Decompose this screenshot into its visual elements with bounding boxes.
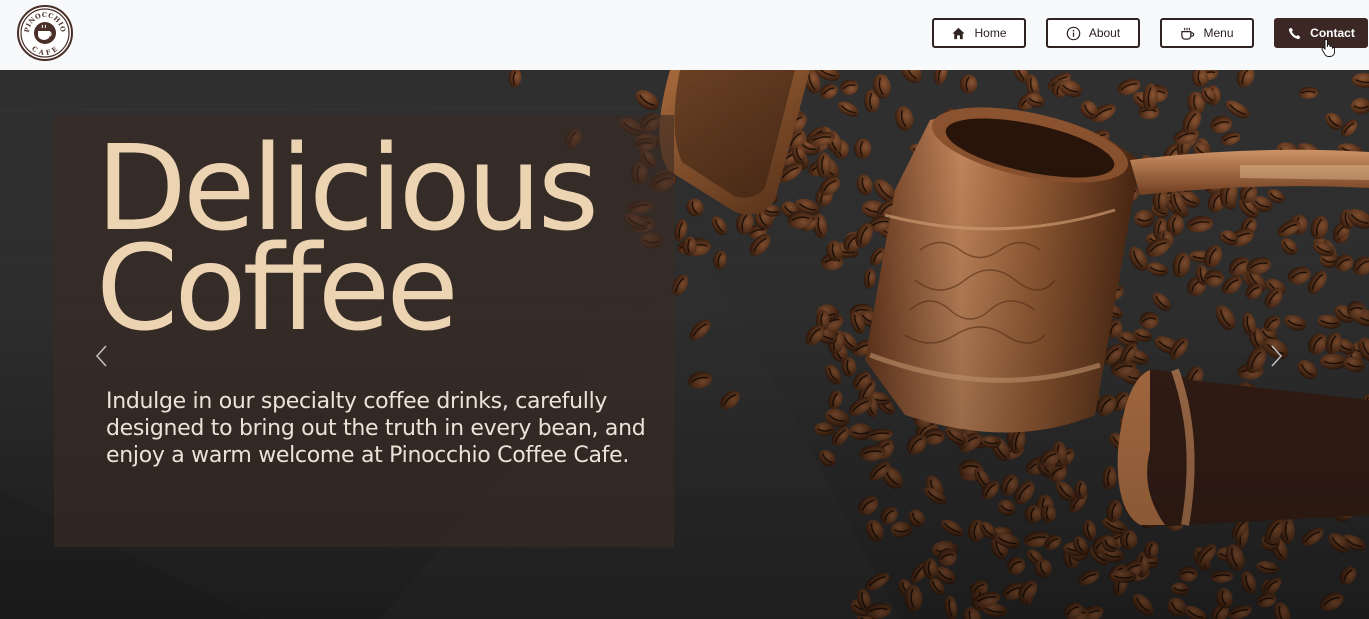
chevron-left-icon[interactable] [92, 344, 112, 368]
home-icon [952, 27, 966, 39]
nav-menu-label: Menu [1203, 26, 1234, 40]
info-icon [1066, 26, 1081, 40]
nav-menu-button[interactable]: Menu [1160, 18, 1254, 48]
coffee-cup-logo-icon: PINOCCHIO CAFE [17, 5, 73, 61]
hero-headline: Delicious Coffee [96, 129, 599, 347]
nav-home-label: Home [974, 26, 1007, 40]
nav-home-button[interactable]: Home [932, 18, 1026, 48]
chevron-right-icon[interactable] [1266, 344, 1286, 368]
hero-tagline: Indulge in our specialty coffee drinks, … [106, 389, 646, 468]
hero-banner: Delicious Coffee Indulge in our specialt… [0, 70, 1369, 619]
main-nav: Home About Menu Contact [932, 18, 1368, 48]
site-header: PINOCCHIO CAFE Home About Menu Contact [0, 0, 1369, 70]
phone-icon [1289, 27, 1301, 39]
nav-about-label: About [1088, 26, 1121, 40]
nav-about-button[interactable]: About [1046, 18, 1140, 48]
nav-contact-label: Contact [1310, 26, 1355, 40]
coffee-cup-icon [1181, 27, 1195, 40]
hand-cursor-icon [1321, 39, 1335, 57]
cafe-logo[interactable]: PINOCCHIO CAFE [17, 5, 73, 61]
